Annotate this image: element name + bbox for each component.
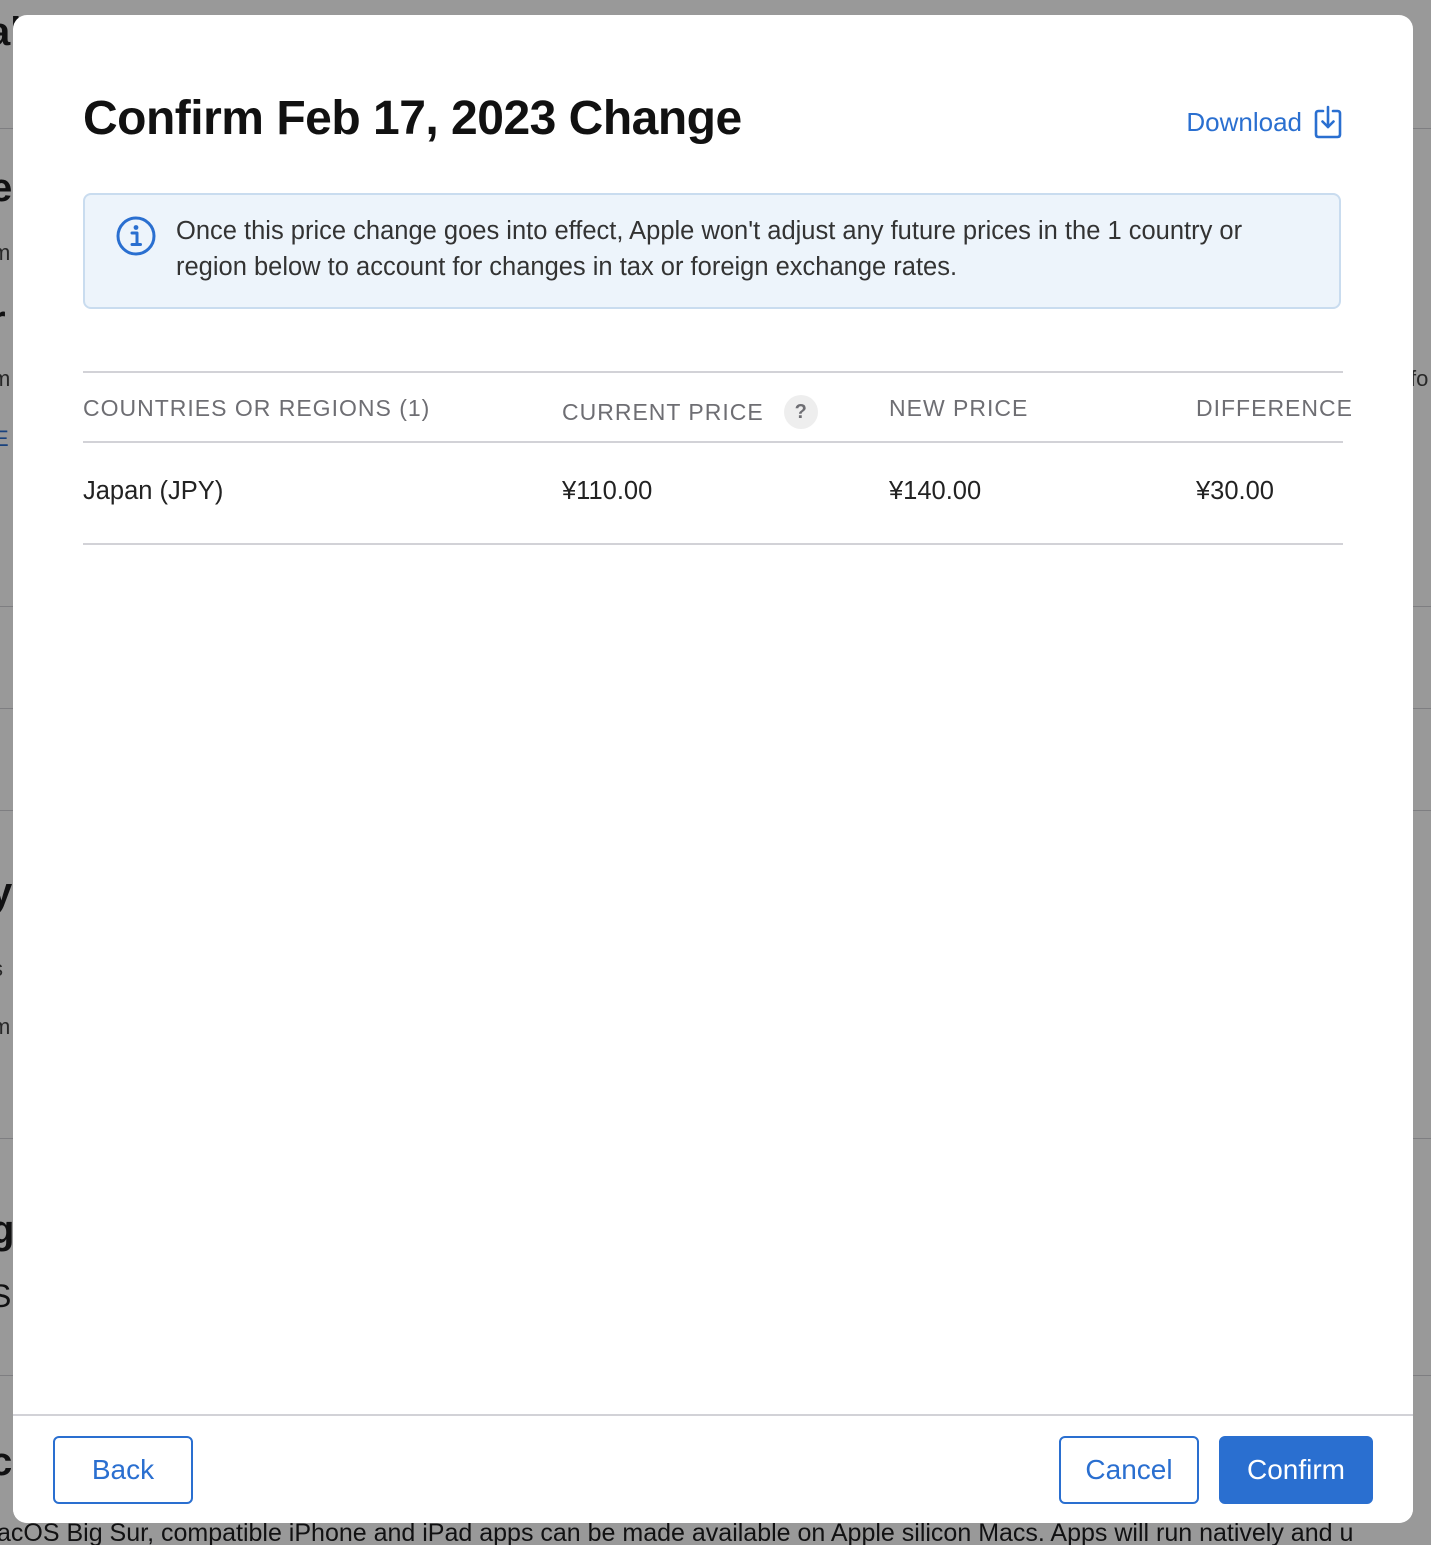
download-label: Download: [1186, 106, 1302, 137]
cell-country: Japan (JPY): [83, 477, 224, 505]
confirm-change-modal: Confirm Feb 17, 2023 Change Download Onc…: [13, 15, 1413, 1523]
table-row: Japan (JPY) ¥110.00 ¥140.00 ¥30.00: [83, 443, 1343, 545]
column-header-current-price: CURRENT PRICE ?: [562, 395, 818, 429]
download-link[interactable]: Download: [1186, 105, 1342, 139]
info-banner: Once this price change goes into effect,…: [83, 193, 1341, 309]
column-header-current-price-label: CURRENT PRICE: [562, 398, 764, 425]
price-change-table: COUNTRIES OR REGIONS (1) CURRENT PRICE ?…: [83, 371, 1352, 545]
info-message: Once this price change goes into effect,…: [176, 217, 1243, 281]
column-header-difference: DIFFERENCE: [1196, 395, 1353, 421]
download-icon: [1314, 105, 1342, 139]
table-header: COUNTRIES OR REGIONS (1) CURRENT PRICE ?…: [83, 371, 1352, 443]
cell-difference: ¥30.00: [1196, 477, 1274, 505]
confirm-button[interactable]: Confirm: [1219, 1436, 1373, 1504]
help-icon[interactable]: ?: [783, 395, 818, 429]
modal-footer: Back Cancel Confirm: [13, 1414, 1413, 1523]
info-icon: [115, 215, 157, 257]
cell-current-price: ¥110.00: [562, 477, 653, 505]
column-header-country: COUNTRIES OR REGIONS (1): [83, 395, 431, 421]
back-button[interactable]: Back: [53, 1436, 193, 1504]
cancel-button[interactable]: Cancel: [1059, 1436, 1199, 1504]
modal-title: Confirm Feb 17, 2023 Change: [83, 92, 742, 145]
column-header-new-price: NEW PRICE: [889, 395, 1029, 421]
cell-new-price: ¥140.00: [889, 477, 982, 505]
